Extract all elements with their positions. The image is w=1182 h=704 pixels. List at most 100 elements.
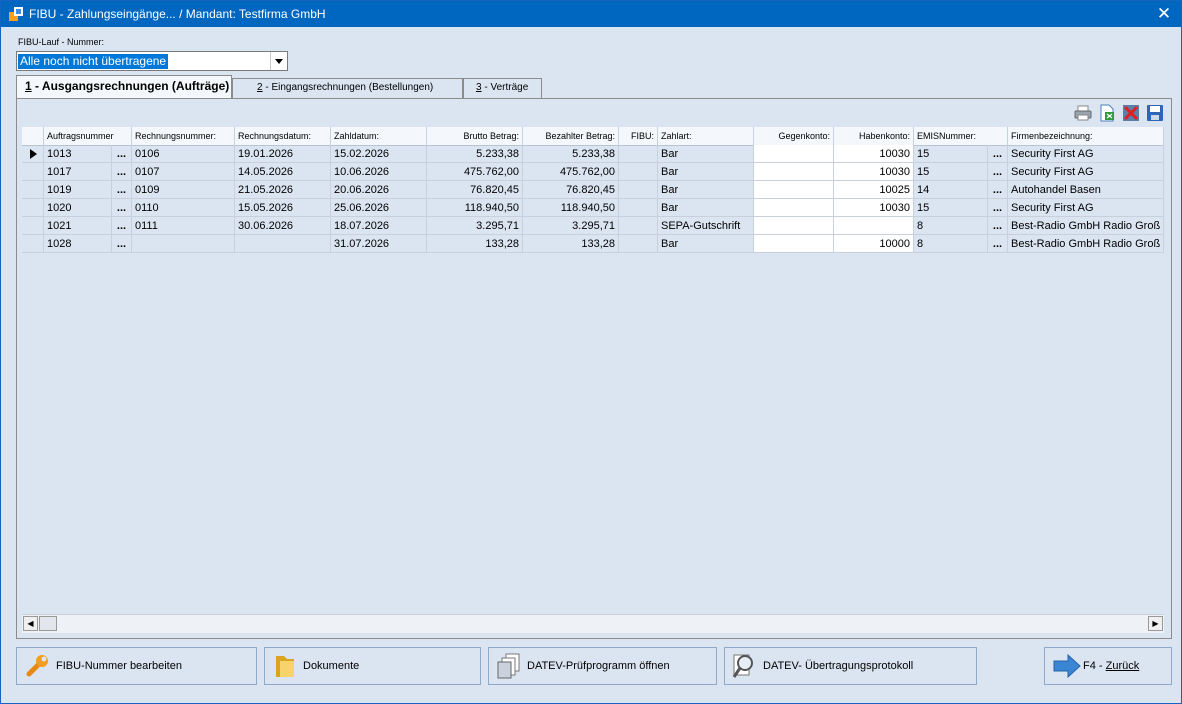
datev-pruefprogramm-button[interactable]: DATEV-Prüfprogramm öffnen (488, 647, 717, 685)
cell-rechnungsdatum[interactable]: 14.05.2026 (235, 163, 331, 181)
cell-zahldatum[interactable]: 20.06.2026 (331, 181, 427, 199)
cell-brutto-betrag[interactable]: 3.295,71 (427, 217, 523, 235)
fibu-nummer-button[interactable]: FIBU-Nummer bearbeiten (16, 647, 257, 685)
cell-habenkonto[interactable]: 10000 (834, 235, 914, 253)
cell-zahldatum[interactable]: 10.06.2026 (331, 163, 427, 181)
cell-emisnummer[interactable]: 14 (914, 181, 988, 199)
cell-emisnummer[interactable]: 8 (914, 217, 988, 235)
tab-ausgangsrechnungen[interactable]: 1 - Ausgangsrechnungen (Aufträge) (16, 75, 232, 98)
tab-eingangsrechnungen[interactable]: 2 - Eingangsrechnungen (Bestellungen) (232, 78, 463, 98)
export-icon[interactable] (1098, 104, 1116, 122)
cell-zahldatum[interactable]: 25.06.2026 (331, 199, 427, 217)
cell-gegenkonto[interactable] (754, 217, 834, 235)
lookup-button[interactable]: ... (988, 181, 1008, 199)
cell-firmenbezeichnung[interactable]: Best-Radio GmbH Radio Groß (1008, 217, 1164, 235)
cell-rechnungsdatum[interactable]: 21.05.2026 (235, 181, 331, 199)
row-selector[interactable] (22, 235, 44, 253)
cell-rechnungsnummer[interactable]: 0111 (132, 217, 235, 235)
column-header[interactable]: Rechnungsnummer: (132, 127, 235, 145)
cell-bezahlter-betrag[interactable]: 76.820,45 (523, 181, 619, 199)
column-header[interactable]: Brutto Betrag: (427, 127, 523, 145)
cell-fibu[interactable] (619, 217, 658, 235)
lookup-button[interactable]: ... (112, 145, 132, 163)
cell-gegenkonto[interactable] (754, 145, 834, 163)
cell-firmenbezeichnung[interactable]: Autohandel Basen (1008, 181, 1164, 199)
table-row[interactable]: 1013 ... 0106 19.01.2026 15.02.2026 5.23… (22, 145, 1164, 163)
column-header[interactable]: EMISNummer: (914, 127, 1008, 145)
column-header[interactable]: FIBU: (619, 127, 658, 145)
cell-rechnungsdatum[interactable]: 15.05.2026 (235, 199, 331, 217)
cell-rechnungsnummer[interactable]: 0110 (132, 199, 235, 217)
cell-rechnungsdatum[interactable]: 30.06.2026 (235, 217, 331, 235)
cell-brutto-betrag[interactable]: 475.762,00 (427, 163, 523, 181)
lookup-button[interactable]: ... (988, 235, 1008, 253)
cell-zahldatum[interactable]: 15.02.2026 (331, 145, 427, 163)
table-row[interactable]: 1019 ... 0109 21.05.2026 20.06.2026 76.8… (22, 181, 1164, 199)
column-header[interactable]: Zahlart: (658, 127, 754, 145)
fibu-lauf-select[interactable]: Alle noch nicht übertragene (16, 51, 288, 71)
column-header[interactable]: Bezahlter Betrag: (523, 127, 619, 145)
cell-firmenbezeichnung[interactable]: Security First AG (1008, 145, 1164, 163)
dokumente-button[interactable]: Dokumente (264, 647, 481, 685)
cell-brutto-betrag[interactable]: 133,28 (427, 235, 523, 253)
cell-emisnummer[interactable]: 15 (914, 163, 988, 181)
horizontal-scrollbar[interactable]: ◀ ▶ (22, 614, 1164, 633)
cell-rechnungsdatum[interactable]: 19.01.2026 (235, 145, 331, 163)
cell-habenkonto[interactable]: 10030 (834, 163, 914, 181)
cell-habenkonto[interactable]: 10025 (834, 181, 914, 199)
scrollbar-thumb[interactable] (39, 616, 57, 631)
cell-auftragsnummer[interactable]: 1013 (44, 145, 112, 163)
cell-bezahlter-betrag[interactable]: 118.940,50 (523, 199, 619, 217)
cell-zahldatum[interactable]: 31.07.2026 (331, 235, 427, 253)
lookup-button[interactable]: ... (112, 199, 132, 217)
cell-gegenkonto[interactable] (754, 235, 834, 253)
close-button[interactable]: ✕ (1147, 1, 1181, 27)
cell-rechnungsnummer[interactable]: 0106 (132, 145, 235, 163)
lookup-button[interactable]: ... (112, 217, 132, 235)
cell-zahlart[interactable]: Bar (658, 181, 754, 199)
cell-bezahlter-betrag[interactable]: 475.762,00 (523, 163, 619, 181)
cell-fibu[interactable] (619, 163, 658, 181)
tab-vertraege[interactable]: 3 - Verträge (463, 78, 542, 98)
cell-firmenbezeichnung[interactable]: Security First AG (1008, 163, 1164, 181)
cell-auftragsnummer[interactable]: 1020 (44, 199, 112, 217)
cell-gegenkonto[interactable] (754, 181, 834, 199)
cell-firmenbezeichnung[interactable]: Security First AG (1008, 199, 1164, 217)
table-row[interactable]: 1028 ... 31.07.2026 133,28 133,28 Bar 10… (22, 235, 1164, 253)
cell-zahlart[interactable]: Bar (658, 163, 754, 181)
cell-zahlart[interactable]: Bar (658, 199, 754, 217)
table-row[interactable]: 1020 ... 0110 15.05.2026 25.06.2026 118.… (22, 199, 1164, 217)
column-header[interactable]: Gegenkonto: (754, 127, 834, 145)
column-header[interactable]: Rechnungsdatum: (235, 127, 331, 145)
cell-auftragsnummer[interactable]: 1019 (44, 181, 112, 199)
scroll-right-icon[interactable]: ▶ (1148, 616, 1163, 631)
cell-emisnummer[interactable]: 15 (914, 145, 988, 163)
datev-protokoll-button[interactable]: DATEV- Übertragungsprotokoll (724, 647, 977, 685)
cell-bezahlter-betrag[interactable]: 133,28 (523, 235, 619, 253)
row-selector[interactable] (22, 181, 44, 199)
zurueck-button[interactable]: F4 - Zurück (1044, 647, 1172, 685)
row-selector[interactable] (22, 145, 44, 163)
scroll-left-icon[interactable]: ◀ (23, 616, 38, 631)
delete-icon[interactable] (1122, 104, 1140, 122)
chevron-down-icon[interactable] (270, 52, 287, 70)
cell-auftragsnummer[interactable]: 1021 (44, 217, 112, 235)
cell-habenkonto[interactable] (834, 217, 914, 235)
cell-habenkonto[interactable]: 10030 (834, 199, 914, 217)
lookup-button[interactable]: ... (112, 235, 132, 253)
cell-brutto-betrag[interactable]: 76.820,45 (427, 181, 523, 199)
cell-fibu[interactable] (619, 235, 658, 253)
cell-zahlart[interactable]: SEPA-Gutschrift (658, 217, 754, 235)
cell-habenkonto[interactable]: 10030 (834, 145, 914, 163)
cell-emisnummer[interactable]: 15 (914, 199, 988, 217)
cell-gegenkonto[interactable] (754, 163, 834, 181)
print-icon[interactable] (1074, 104, 1092, 122)
lookup-button[interactable]: ... (988, 145, 1008, 163)
column-header[interactable]: Zahldatum: (331, 127, 427, 145)
cell-brutto-betrag[interactable]: 118.940,50 (427, 199, 523, 217)
cell-bezahlter-betrag[interactable]: 3.295,71 (523, 217, 619, 235)
lookup-button[interactable]: ... (112, 181, 132, 199)
cell-emisnummer[interactable]: 8 (914, 235, 988, 253)
lookup-button[interactable]: ... (112, 163, 132, 181)
save-icon[interactable] (1146, 104, 1164, 122)
